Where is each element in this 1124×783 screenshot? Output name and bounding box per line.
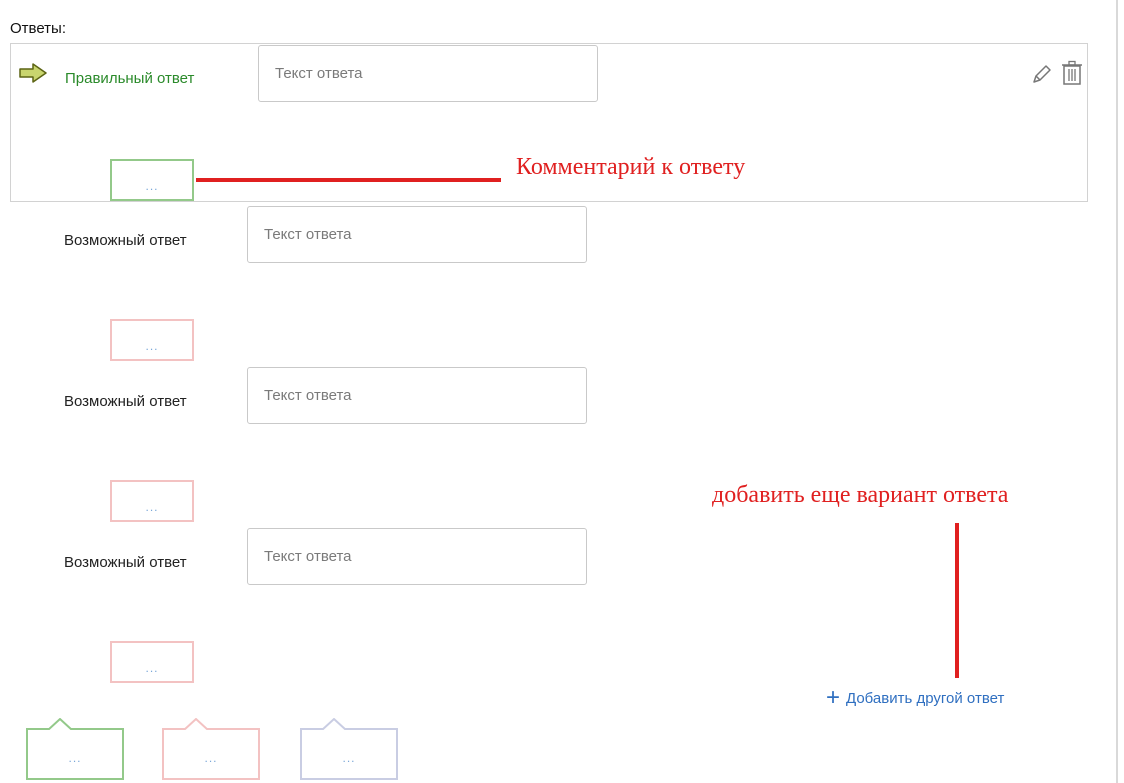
possible-answer-comment-button[interactable]: ... [110, 641, 194, 683]
correct-answer-comment-button[interactable]: ... [110, 159, 194, 201]
add-correct-answer-button[interactable]: ... [26, 718, 124, 780]
possible-answer-label: Возможный ответ [64, 393, 187, 410]
possible-answer-input[interactable] [247, 206, 587, 263]
comment-annotation-text: Комментарий к ответу [516, 154, 746, 180]
comment-annotation-line [196, 178, 501, 182]
plus-icon: + [826, 684, 841, 711]
correct-answer-label: Правильный ответ [65, 70, 195, 87]
possible-answer-input[interactable] [247, 528, 587, 585]
pencil-icon[interactable] [1030, 62, 1054, 86]
possible-answer-comment-button[interactable]: ... [110, 480, 194, 522]
add-possible-answer-label: ... [204, 750, 218, 765]
add-answer-link[interactable]: + Добавить другой ответ [826, 684, 1005, 711]
possible-answer-input[interactable] [247, 367, 587, 424]
add-variant-annotation-line [955, 523, 959, 678]
possible-answer-comment-button[interactable]: ... [110, 319, 194, 361]
correct-answer-input[interactable] [258, 45, 598, 102]
possible-answer-label: Возможный ответ [64, 554, 187, 571]
answers-title: Ответы: [10, 20, 67, 37]
add-correct-answer-label: ... [68, 750, 82, 765]
possible-answer-label: Возможный ответ [64, 232, 187, 249]
add-other-answer-button[interactable]: ... [300, 718, 398, 780]
add-other-answer-label: ... [342, 750, 356, 765]
add-variant-annotation-text: добавить еще вариант ответа [712, 482, 1009, 508]
trash-icon[interactable] [1060, 60, 1084, 86]
arrow-right-icon [18, 63, 48, 83]
add-answer-label: Добавить другой ответ [846, 689, 1005, 707]
right-divider [1116, 0, 1118, 783]
add-possible-answer-button[interactable]: ... [162, 718, 260, 780]
